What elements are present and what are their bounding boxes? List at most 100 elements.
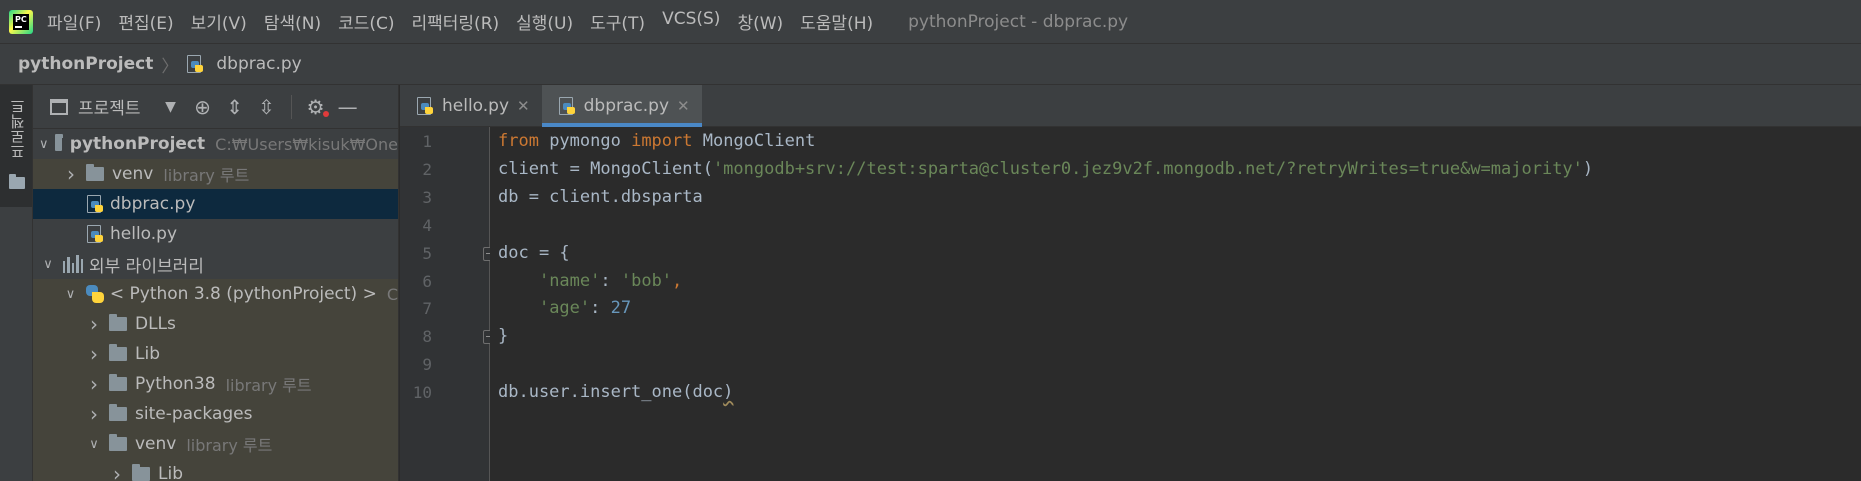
tree-item-label: Lib: [158, 464, 183, 481]
code-line: db = client.dbsparta: [498, 187, 703, 207]
close-icon[interactable]: ✕: [517, 97, 530, 115]
expand-all-icon[interactable]: ⇕: [221, 97, 249, 117]
line-number: 10: [412, 383, 432, 403]
python-file-icon: [86, 225, 104, 243]
collapse-all-icon[interactable]: ⇳: [253, 97, 281, 117]
chevron-right-icon[interactable]: ›: [85, 312, 103, 336]
menu-item[interactable]: 창(W): [737, 9, 783, 34]
chevron-down-icon[interactable]: ▼: [157, 97, 185, 117]
library-icon: [63, 255, 84, 273]
python-file-icon: [86, 195, 104, 213]
chevron-right-icon[interactable]: ›: [85, 342, 103, 366]
code-token: MongoClient: [692, 131, 816, 151]
tree-item-label: hello.py: [110, 224, 178, 244]
tree-item-label: 외부 라이브러리: [89, 256, 204, 277]
line-number: 3: [422, 187, 432, 207]
folder-icon: [109, 434, 127, 451]
chevron-right-icon[interactable]: ›: [85, 402, 103, 426]
tree-item[interactable]: › venv library 루트: [33, 159, 398, 189]
minimize-icon[interactable]: —: [334, 97, 362, 117]
project-panel-title[interactable]: 프로젝트: [78, 94, 141, 119]
menu-item[interactable]: 코드(C): [338, 9, 394, 34]
project-tool-label: 프로젝트: [9, 99, 27, 159]
breadcrumb-file[interactable]: dbprac.py: [216, 54, 301, 74]
menu-bar: PC 파일(F) 편집(E) 보기(V) 탐색(N) 코드(C) 리팩터링(R) 실행(U)…: [0, 0, 1861, 43]
code-line: client = MongoClient('mongodb+srv://test…: [498, 159, 1593, 179]
tab-label: hello.py: [442, 96, 510, 116]
project-panel-header: 프로젝트 ▼ ⊕ ⇕ ⇳ ⚙ —: [33, 85, 398, 129]
code-area[interactable]: from pymongo import MongoClient client = …: [490, 127, 1861, 481]
menu-item[interactable]: 도구(T): [590, 9, 645, 34]
menu-item[interactable]: VCS(S): [662, 9, 720, 34]
tree-item-hint: library 루트: [225, 376, 312, 395]
code-token: client = MongoClient(: [498, 158, 713, 179]
python-file-icon: [558, 97, 576, 115]
folder-icon: [109, 404, 127, 421]
tree-item-hint: C:₩Users₩kisuk₩One: [215, 134, 398, 154]
menu-item[interactable]: 리팩터링(R): [412, 9, 500, 34]
chevron-down-icon[interactable]: ∨: [85, 437, 103, 452]
locate-icon[interactable]: ⊕: [189, 97, 217, 117]
tree-item[interactable]: › site-packages: [33, 399, 398, 429]
menu-items: 파일(F) 편집(E) 보기(V) 탐색(N) 코드(C) 리팩터링(R) 실행(U) 도구(…: [47, 9, 890, 34]
tree-item[interactable]: › DLLs: [33, 309, 398, 339]
chevron-down-icon[interactable]: ∨: [39, 137, 49, 152]
tree-item-label: venv: [135, 434, 177, 454]
menu-item[interactable]: 도움말(H): [800, 9, 873, 34]
code-token: doc = {: [498, 242, 570, 263]
editor-tab[interactable]: hello.py ✕: [400, 85, 542, 127]
menu-item[interactable]: 실행(U): [516, 9, 573, 34]
tree-item[interactable]: ›hello.py: [33, 219, 398, 249]
tree-item-hint: C: [386, 284, 398, 304]
line-number: 2: [422, 159, 432, 179]
close-icon[interactable]: ✕: [677, 97, 690, 115]
line-number: 7: [422, 299, 432, 319]
python-file-icon: [416, 97, 434, 115]
tree-item[interactable]: › Lib: [33, 339, 398, 369]
code-token: }: [498, 326, 509, 347]
folder-icon: [132, 464, 150, 481]
tree-item[interactable]: ∨ 외부 라이브러리: [33, 249, 398, 279]
chevron-right-icon[interactable]: ›: [108, 462, 126, 481]
code-token: :: [590, 298, 611, 319]
menu-item[interactable]: 편집(E): [118, 9, 173, 34]
tree-item[interactable]: › Lib: [33, 459, 398, 481]
tree-item-label: site-packages: [135, 404, 253, 424]
code-line: 'name': 'bob',: [498, 271, 682, 291]
tree-item[interactable]: ›dbprac.py: [33, 189, 398, 219]
tree-item-label: dbprac.py: [110, 194, 196, 214]
tree-item[interactable]: › Python38 library 루트: [33, 369, 398, 399]
folder-icon: [86, 164, 104, 181]
code-line: db.user.insert_one(doc): [498, 382, 733, 402]
breadcrumb-project[interactable]: pythonProject: [18, 54, 153, 74]
tree-item-label: pythonProject: [69, 134, 206, 154]
menu-item[interactable]: 파일(F): [47, 9, 101, 34]
code-line: }: [498, 326, 508, 346]
tree-item[interactable]: ∨ pythonProject C:₩Users₩kisuk₩One: [33, 129, 398, 159]
line-gutter: 1 2 3 4 5 6 7 8 9 10: [400, 127, 495, 481]
folder-icon: [109, 314, 127, 331]
chevron-down-icon[interactable]: ∨: [62, 287, 79, 302]
project-tool-window-button[interactable]: 프로젝트: [0, 85, 32, 207]
project-tree: ∨ pythonProject C:₩Users₩kisuk₩One › venv lib…: [33, 129, 398, 481]
menu-item[interactable]: 탐색(N): [264, 9, 321, 34]
tree-item-label: venv: [112, 164, 154, 184]
window-icon: [50, 98, 68, 115]
chevron-right-icon[interactable]: ›: [85, 372, 103, 396]
line-number: 1: [422, 132, 432, 151]
code-token: import: [631, 131, 693, 151]
code-token: ): [1582, 158, 1594, 179]
gear-icon[interactable]: ⚙: [302, 97, 330, 117]
code-token: from: [498, 131, 539, 151]
notification-dot: [322, 110, 329, 117]
tree-item[interactable]: ∨ venv library 루트: [33, 429, 398, 459]
menu-item[interactable]: 보기(V): [191, 9, 247, 34]
chevron-right-icon[interactable]: ›: [62, 162, 80, 186]
editor-tab[interactable]: dbprac.py ✕: [541, 85, 702, 127]
code-token: pymongo: [538, 131, 632, 151]
chevron-down-icon[interactable]: ∨: [39, 257, 57, 272]
tree-item[interactable]: ∨ < Python 3.8 (pythonProject) > C: [33, 279, 398, 309]
code-token: db.user.insert_one(doc: [498, 382, 724, 403]
code-token: 'mongodb+srv://test:sparta@cluster0.jez9…: [712, 158, 1583, 179]
